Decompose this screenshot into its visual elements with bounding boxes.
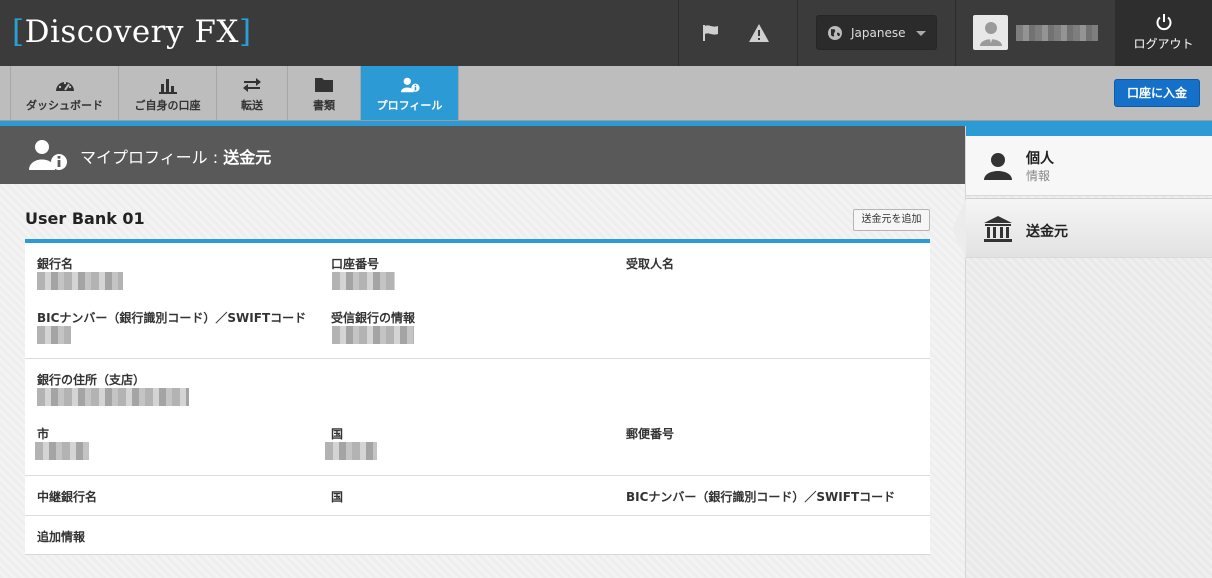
bank-icon xyxy=(984,216,1012,242)
logout-button[interactable]: ログアウト xyxy=(1115,0,1212,66)
top-header: [Discovery FX] Japanese ログアウト xyxy=(0,0,1212,66)
logo[interactable]: [Discovery FX] xyxy=(12,8,252,56)
bank-name-heading: User Bank 01 xyxy=(25,209,145,228)
row-divider xyxy=(25,475,930,476)
chevron-down-icon xyxy=(916,31,926,36)
header-divider xyxy=(955,0,956,66)
logo-bracket-open: [ xyxy=(12,14,25,50)
redacted-value xyxy=(332,326,414,344)
sidebar-item-remitter[interactable]: 送金元 xyxy=(952,198,1212,259)
tab-label: 転送 xyxy=(241,99,263,112)
field-label-city: 市 xyxy=(37,427,50,441)
field-label-intermediary-bank: 中継銀行名 xyxy=(37,490,98,504)
field-label-postal-code: 郵便番号 xyxy=(626,427,675,441)
redacted-value xyxy=(37,388,189,406)
sidebar-item-sublabel: 情報 xyxy=(1026,169,1051,183)
tab-label: ご自身の口座 xyxy=(134,99,201,112)
add-remitter-button[interactable]: 送金元を追加 xyxy=(853,209,930,231)
field-label-bank-name: 銀行名 xyxy=(37,257,74,271)
username-redacted[interactable] xyxy=(1016,25,1098,41)
profile-info-icon xyxy=(400,77,420,93)
sidebar-accent xyxy=(966,126,1212,136)
tab-my-accounts[interactable]: ご自身の口座 xyxy=(119,66,217,120)
header-divider xyxy=(797,0,798,66)
sidebar-item-label: 個人 xyxy=(1026,151,1054,167)
logo-bracket-close: ] xyxy=(238,14,252,50)
tab-label: プロフィール xyxy=(376,99,443,112)
globe-icon xyxy=(828,25,842,40)
dashboard-gauge-icon xyxy=(55,81,74,91)
field-label-intermediary-bic-swift: BICナンバー（銀行識別コード）／SWIFTコード xyxy=(626,490,896,504)
logout-label: ログアウト xyxy=(1133,37,1194,51)
redacted-value xyxy=(37,326,71,344)
tab-dashboard[interactable]: ダッシュボード xyxy=(10,66,119,120)
tab-documents[interactable]: 書類 xyxy=(288,66,361,120)
main-content: User Bank 01 送金元を追加 銀行名 口座番号 受取人名 BICナンバ… xyxy=(0,184,965,578)
power-icon xyxy=(1156,14,1172,31)
profile-info-icon xyxy=(29,140,67,170)
profile-sidebar: 個人 情報 送金元 xyxy=(952,126,1212,578)
sidebar-item-personal-info[interactable]: 個人 情報 xyxy=(966,136,1212,196)
language-label: Japanese xyxy=(851,25,906,40)
row-divider xyxy=(25,515,930,516)
main-nav: ダッシュボード ご自身の口座 転送 書類 プロフィール 口座に入金 xyxy=(0,66,1212,128)
transfer-arrows-icon xyxy=(243,78,261,92)
field-label-recipient-name: 受取人名 xyxy=(626,257,675,271)
row-divider xyxy=(25,358,930,359)
folder-icon xyxy=(315,78,333,92)
field-label-bic-swift: BICナンバー（銀行識別コード）／SWIFTコード xyxy=(37,311,307,325)
bar-chart-icon xyxy=(158,79,177,94)
user-avatar-icon[interactable] xyxy=(973,15,1008,50)
redacted-value xyxy=(35,442,89,460)
field-label-additional-info: 追加情報 xyxy=(37,530,86,544)
field-label-receiving-bank-info: 受信銀行の情報 xyxy=(331,311,416,325)
page-title-band: マイプロフィール : 送金元 xyxy=(0,126,965,184)
redacted-value xyxy=(325,442,377,460)
redacted-value xyxy=(332,272,395,290)
redacted-value xyxy=(37,272,123,290)
field-label-bank-address: 銀行の住所（支店） xyxy=(37,373,146,387)
bank-details-card: 銀行名 口座番号 受取人名 BICナンバー（銀行識別コード）／SWIFTコード … xyxy=(25,239,930,555)
logo-text: Discovery FX xyxy=(24,14,239,50)
tab-label: ダッシュボード xyxy=(26,99,103,112)
field-label-intermediary-country: 国 xyxy=(331,490,344,504)
header-divider xyxy=(678,0,679,66)
language-selector[interactable]: Japanese xyxy=(816,15,937,50)
field-label-country: 国 xyxy=(331,427,344,441)
person-icon xyxy=(984,153,1012,180)
tab-label: 書類 xyxy=(313,99,335,112)
sidebar-item-label: 送金元 xyxy=(1026,224,1068,240)
flag-icon[interactable] xyxy=(700,22,722,44)
page-title: マイプロフィール : 送金元 xyxy=(80,148,272,167)
tab-transfer[interactable]: 転送 xyxy=(217,66,288,120)
warning-icon[interactable] xyxy=(748,22,770,44)
field-label-account-number: 口座番号 xyxy=(331,257,380,271)
deposit-button[interactable]: 口座に入金 xyxy=(1114,79,1200,107)
tab-profile[interactable]: プロフィール xyxy=(361,66,459,128)
